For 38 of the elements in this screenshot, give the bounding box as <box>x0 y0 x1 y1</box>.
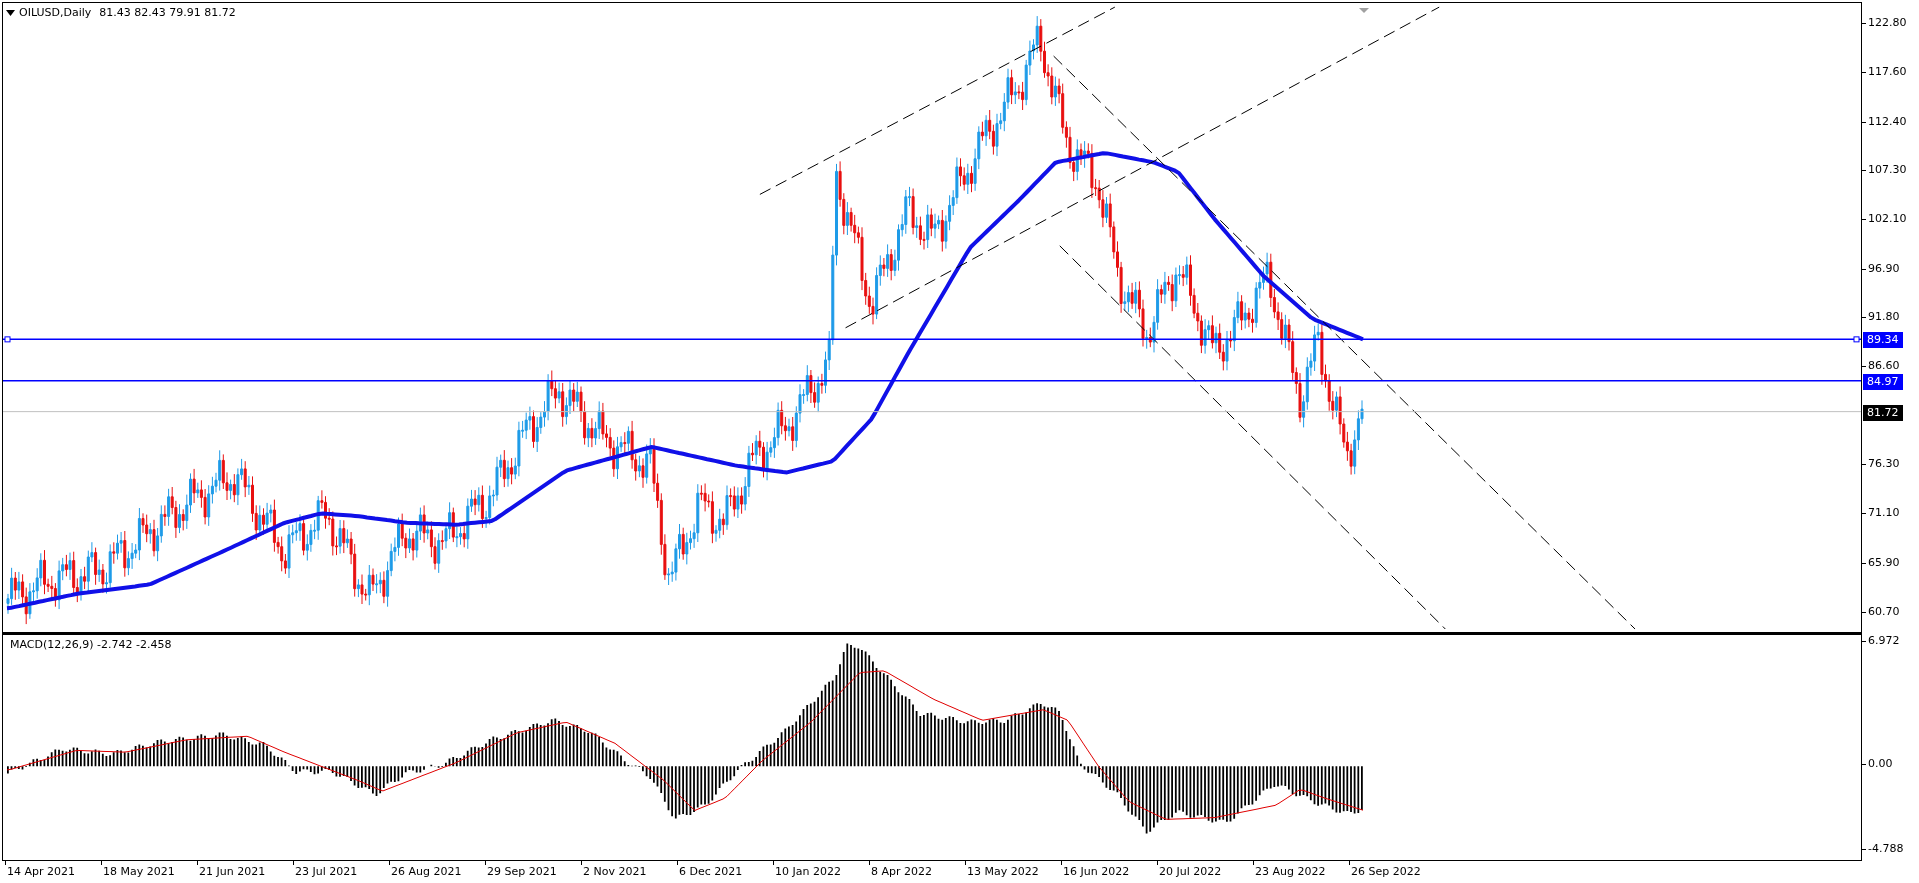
price-tag: 81.72 <box>1863 404 1903 421</box>
price-label: 76.30 <box>1868 456 1900 473</box>
price-label: 107.30 <box>1868 162 1907 178</box>
date-label: 16 Jun 2022 <box>1063 865 1130 878</box>
date-label: 14 Apr 2021 <box>7 865 75 878</box>
date-label: 18 May 2021 <box>103 865 175 878</box>
shift-marker-icon <box>1359 8 1369 13</box>
date-label: 23 Jul 2021 <box>295 865 358 878</box>
price-tag: 84.97 <box>1863 373 1903 390</box>
date-label: 8 Apr 2022 <box>871 865 932 878</box>
date-label: 13 May 2022 <box>967 865 1039 878</box>
chart-symbol: OILUSD,Daily <box>19 6 92 19</box>
date-label: 21 Jun 2021 <box>199 865 266 878</box>
dropdown-triangle-icon <box>6 9 15 16</box>
date-label: 10 Jan 2022 <box>775 865 841 878</box>
price-label: 102.10 <box>1868 211 1907 228</box>
date-label: 26 Aug 2021 <box>391 865 462 878</box>
date-label: 29 Sep 2021 <box>487 865 557 878</box>
price-tag: 89.34 <box>1863 332 1903 349</box>
macd-axis-label: 6.972 <box>1868 633 1900 649</box>
macd-axis-label: 0.00 <box>1868 756 1893 773</box>
macd-axis-label: -4.788 <box>1868 841 1904 857</box>
price-label: 112.40 <box>1868 113 1907 130</box>
date-label: 2 Nov 2021 <box>583 865 647 878</box>
price-label: 65.90 <box>1868 554 1900 571</box>
price-label: 96.90 <box>1868 260 1900 277</box>
date-label: 6 Dec 2021 <box>679 865 743 878</box>
price-label: 60.70 <box>1868 604 1900 620</box>
date-label: 23 Aug 2022 <box>1255 865 1326 878</box>
price-label: 122.80 <box>1868 15 1907 31</box>
macd-legend: MACD(12,26,9) -2.742 -2.458 <box>10 638 172 651</box>
date-label: 20 Jul 2022 <box>1159 865 1222 878</box>
price-label: 86.60 <box>1868 358 1900 375</box>
price-label: 71.10 <box>1868 505 1900 522</box>
ohlc-values: 81.43 82.43 79.91 81.72 <box>99 6 236 19</box>
price-label: 91.80 <box>1868 309 1900 325</box>
date-label: 26 Sep 2022 <box>1351 865 1421 878</box>
price-label: 117.60 <box>1868 64 1907 81</box>
